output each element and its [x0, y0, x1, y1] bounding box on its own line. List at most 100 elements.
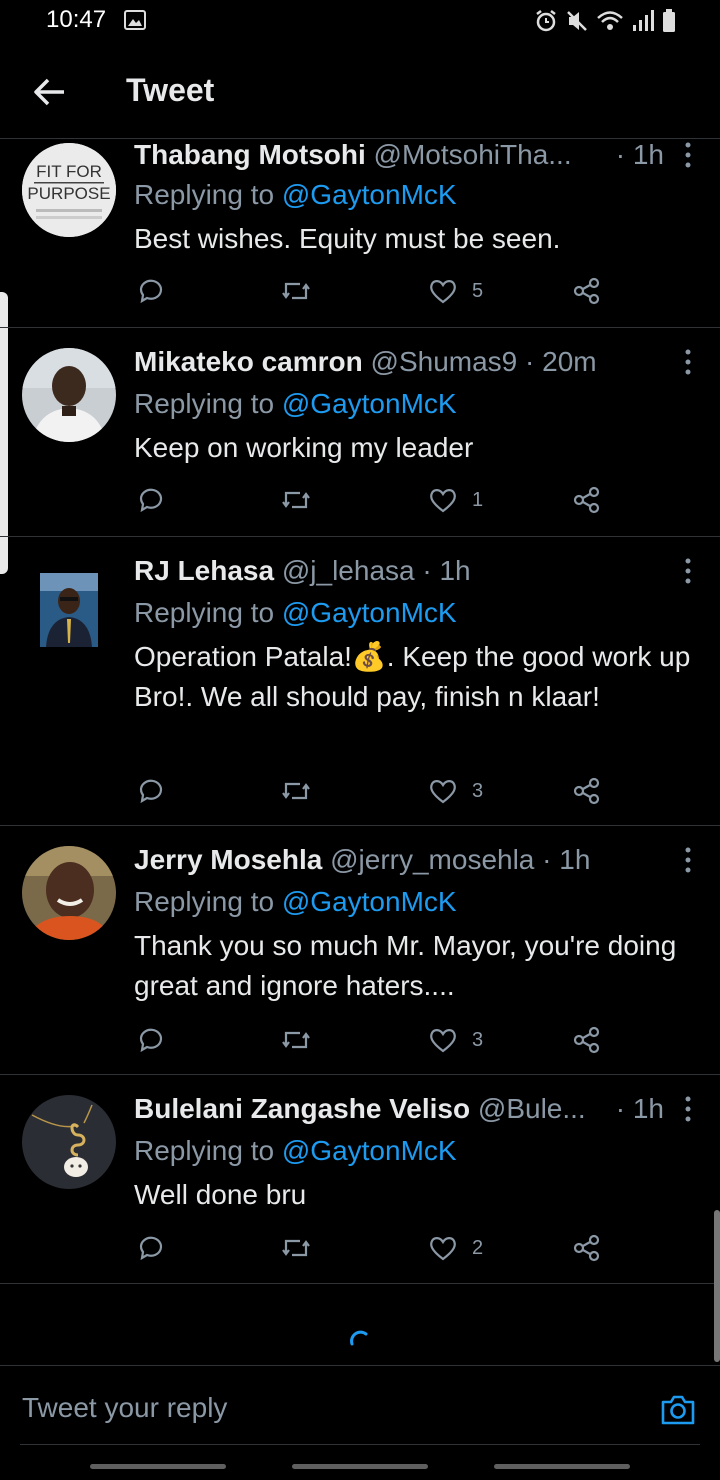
like-button[interactable]: 5 [428, 271, 483, 311]
like-count: 5 [472, 279, 484, 302]
tweet-item[interactable]: Bulelani Zangashe Veliso @Bule... · 1h R… [0, 1075, 720, 1284]
tweet-time: 20m [542, 346, 597, 377]
mention-link[interactable]: @GaytonMcK [282, 179, 457, 210]
reply-icon [139, 779, 163, 804]
retweet-icon [282, 491, 310, 509]
loading-spinner-icon [350, 1330, 368, 1346]
replying-to: Replying to @GaytonMcK [134, 597, 457, 629]
reply-button[interactable] [136, 480, 166, 520]
retweet-icon [282, 282, 310, 300]
avatar[interactable] [22, 846, 116, 940]
retweet-button[interactable] [280, 771, 312, 811]
retweet-icon [282, 1239, 310, 1257]
share-button[interactable] [572, 271, 602, 311]
author-name[interactable]: RJ Lehasa [134, 555, 274, 586]
scrollbar[interactable] [714, 1210, 720, 1362]
author-name[interactable]: Bulelani Zangashe Veliso [134, 1093, 470, 1124]
more-vertical-icon[interactable] [684, 846, 692, 874]
avatar[interactable] [40, 573, 98, 647]
page-title: Tweet [126, 72, 215, 108]
author-name[interactable]: Mikateko camron [134, 346, 363, 377]
share-button[interactable] [572, 771, 602, 811]
tweet-actions: 5 [134, 271, 614, 311]
reply-button[interactable] [136, 1020, 166, 1060]
heart-icon [430, 280, 456, 304]
wifi-icon [597, 11, 623, 30]
separator-dot: · [422, 555, 432, 586]
share-button[interactable] [572, 1228, 602, 1268]
reply-button[interactable] [136, 271, 166, 311]
tweet-item[interactable]: FIT FOR PURPOSE Thabang Motsohi @Motsohi… [0, 139, 720, 328]
share-button[interactable] [572, 480, 602, 520]
status-bar: 10:47 [0, 0, 720, 44]
status-time: 10:47 [46, 6, 107, 33]
tweet-actions: 3 [134, 771, 614, 811]
nav-home[interactable] [292, 1464, 428, 1469]
avatar-text-line2: PURPOSE [27, 184, 110, 203]
reply-button[interactable] [136, 771, 166, 811]
image-notification-icon [124, 10, 146, 30]
tweet-item[interactable]: Mikateko camron @Shumas9 · 20m Replying … [0, 328, 720, 537]
separator-dot: · [542, 844, 552, 875]
share-icon [573, 1026, 600, 1054]
mention-link[interactable]: @GaytonMcK [282, 597, 457, 628]
retweet-icon [282, 1031, 310, 1049]
reply-composer [0, 1365, 720, 1446]
more-vertical-icon[interactable] [684, 348, 692, 376]
author-handle: @Bule... [477, 1093, 586, 1124]
more-vertical-icon[interactable] [684, 557, 692, 585]
tweet-item[interactable]: RJ Lehasa @j_lehasa · 1h Replying to @Ga… [0, 537, 720, 826]
replying-prefix: Replying to [134, 179, 282, 210]
heart-icon [430, 1237, 456, 1261]
like-button[interactable]: 1 [428, 480, 483, 520]
tweet-text: Well done bru [134, 1179, 307, 1210]
signal-icon [633, 10, 654, 31]
like-count: 3 [472, 779, 484, 802]
back-arrow-icon[interactable] [28, 72, 72, 112]
nav-back[interactable] [494, 1464, 630, 1469]
avatar[interactable]: FIT FOR PURPOSE [22, 143, 116, 237]
tweet-header: Bulelani Zangashe Veliso @Bule... [134, 1093, 660, 1127]
author-handle: @Shumas9 [370, 346, 518, 377]
like-button[interactable]: 3 [428, 771, 483, 811]
replying-prefix: Replying to [134, 597, 282, 628]
tweet-actions: 1 [134, 480, 614, 520]
camera-icon[interactable] [660, 1392, 696, 1426]
mention-link[interactable]: @GaytonMcK [282, 1135, 457, 1166]
replying-to: Replying to @GaytonMcK [134, 886, 457, 918]
retweet-button[interactable] [280, 1228, 312, 1268]
retweet-button[interactable] [280, 1020, 312, 1060]
tweet-item[interactable]: Jerry Mosehla @jerry_mosehla · 1h Replyi… [0, 826, 720, 1075]
app-header: Tweet [0, 44, 720, 139]
reply-button[interactable] [136, 1228, 166, 1268]
separator-dot: · [525, 346, 535, 377]
share-icon [573, 486, 600, 514]
avatar[interactable] [22, 1095, 116, 1189]
avatar-image [22, 348, 116, 442]
share-button[interactable] [572, 1020, 602, 1060]
divider [20, 1444, 700, 1445]
reply-icon [139, 1236, 163, 1261]
author-name[interactable]: Thabang Motsohi [134, 139, 366, 170]
heart-icon [430, 489, 456, 513]
nav-recents[interactable] [90, 1464, 226, 1469]
heart-icon [430, 780, 456, 804]
like-button[interactable]: 2 [428, 1228, 483, 1268]
mention-link[interactable]: @GaytonMcK [282, 886, 457, 917]
alarm-icon [536, 10, 556, 32]
tweet-header: RJ Lehasa @j_lehasa · 1h [134, 555, 660, 589]
mute-icon [567, 11, 587, 31]
like-count: 3 [472, 1028, 484, 1051]
more-vertical-icon[interactable] [684, 1095, 692, 1123]
share-icon [573, 777, 600, 805]
retweet-button[interactable] [280, 271, 312, 311]
retweet-button[interactable] [280, 480, 312, 520]
tweet-actions: 3 [134, 1020, 614, 1060]
more-vertical-icon[interactable] [684, 141, 692, 169]
like-button[interactable]: 3 [428, 1020, 483, 1060]
reply-input[interactable] [20, 1384, 624, 1432]
avatar[interactable] [22, 348, 116, 442]
author-name[interactable]: Jerry Mosehla [134, 844, 322, 875]
author-handle: @jerry_mosehla [330, 844, 535, 875]
mention-link[interactable]: @GaytonMcK [282, 388, 457, 419]
